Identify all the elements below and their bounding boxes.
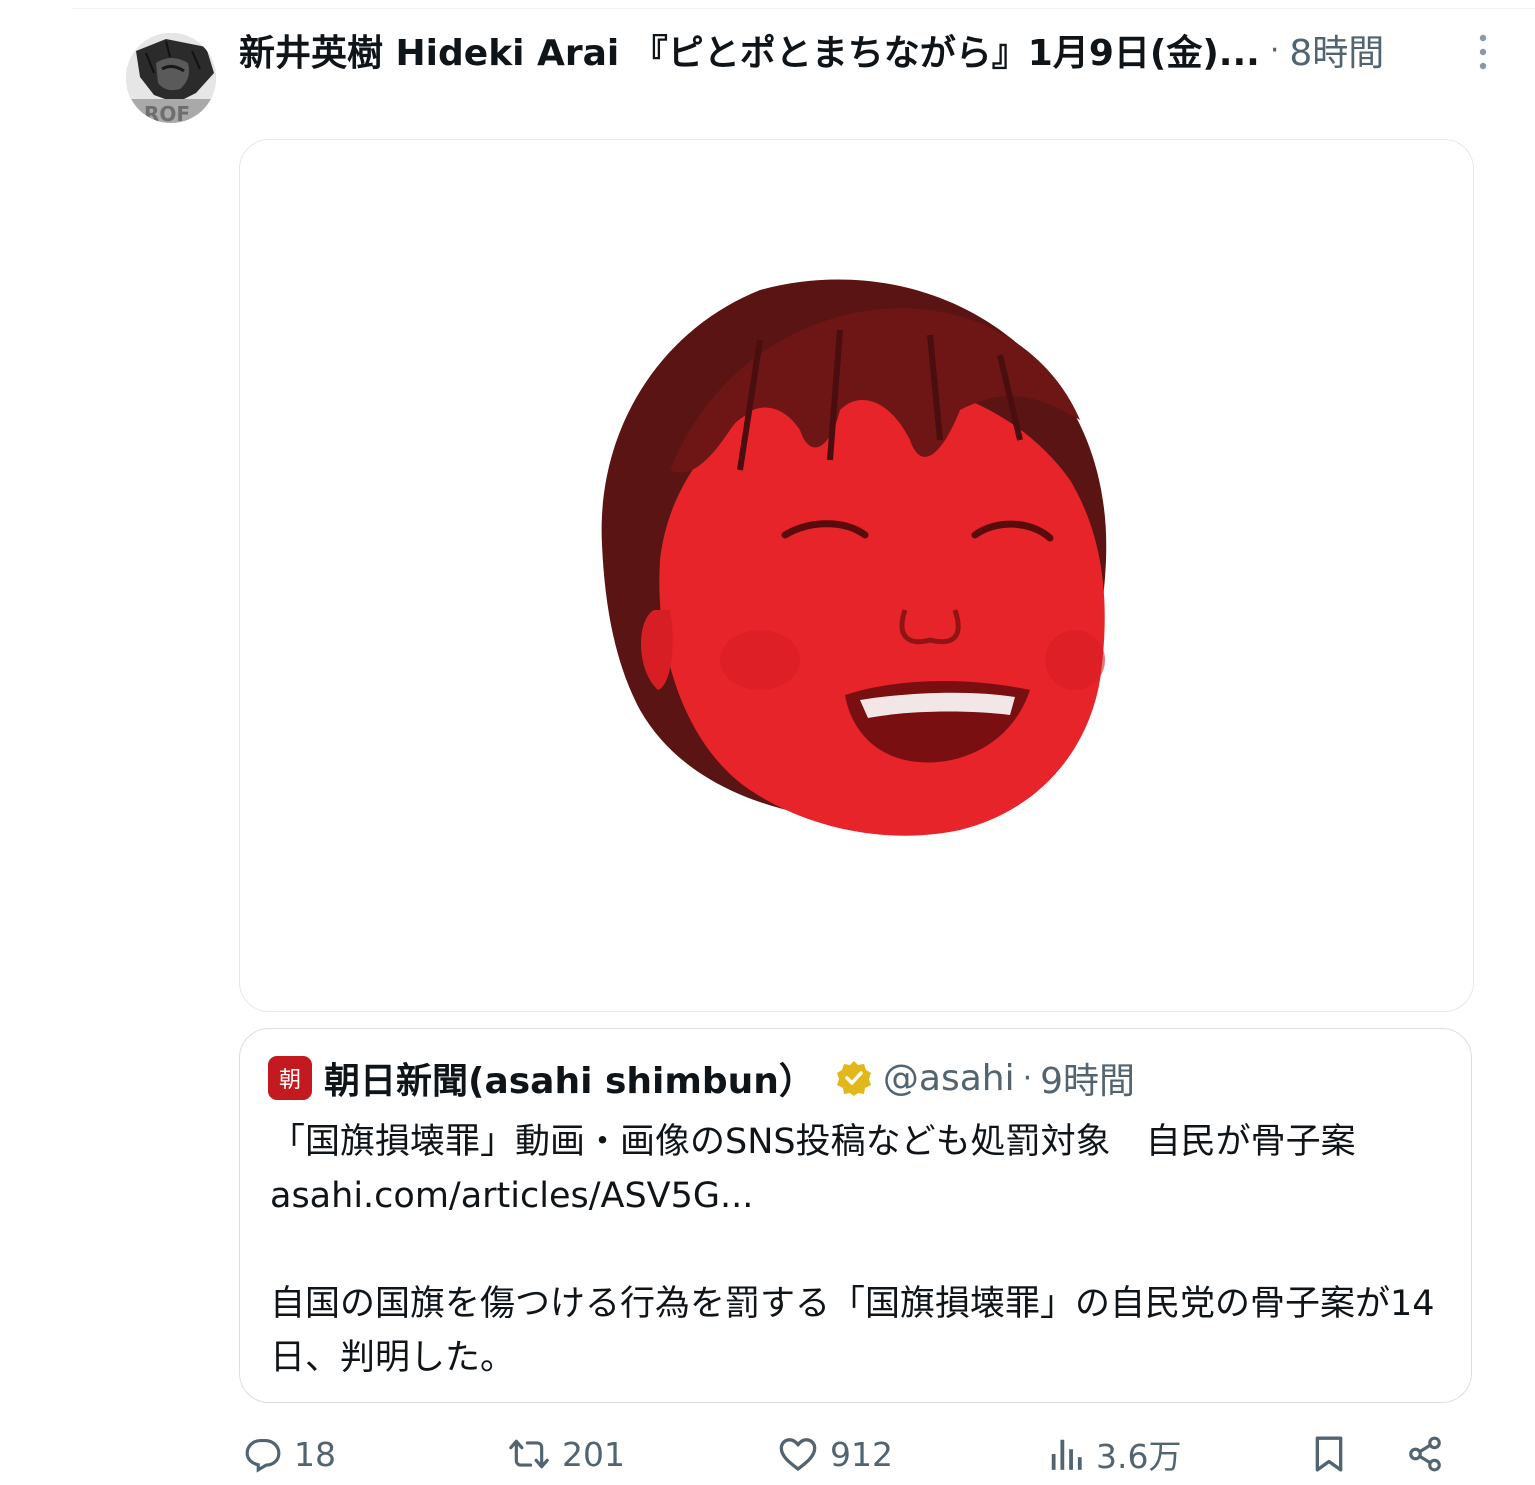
quoted-handle[interactable]: @asahi bbox=[883, 1058, 1015, 1099]
bookmark-button[interactable] bbox=[1312, 1426, 1346, 1482]
quoted-text-paragraph-2: 自国の国旗を傷つける行為を罰する「国旗損壊罪」の自民党の骨子案が14日、判明した… bbox=[270, 1284, 1435, 1378]
more-vertical-icon bbox=[1479, 34, 1487, 70]
quoted-tweet-header: 朝 朝日新聞(asahi shimbun） @asahi · 9時間 bbox=[268, 1052, 1135, 1104]
asahi-logo-icon: 朝 bbox=[268, 1056, 312, 1100]
manga-avatar-icon: ROF bbox=[126, 33, 216, 123]
retweet-icon bbox=[509, 1439, 549, 1469]
media-image[interactable] bbox=[239, 139, 1474, 1012]
svg-text:ROF: ROF bbox=[144, 102, 190, 123]
bookmark-icon bbox=[1315, 1436, 1343, 1472]
quoted-separator: · bbox=[1022, 1060, 1033, 1096]
quoted-tweet-text: 「国旗損壊罪」動画・画像のSNS投稿なども処罰対象 自民が骨子案 asahi.c… bbox=[270, 1115, 1445, 1385]
views-icon bbox=[1051, 1439, 1082, 1470]
like-button[interactable]: 912 bbox=[778, 1426, 893, 1482]
share-icon bbox=[1409, 1436, 1441, 1472]
quoted-display-name[interactable]: 朝日新聞(asahi shimbun） bbox=[324, 1052, 815, 1104]
tweet-actions-bar: 18 201 912 3.6万 bbox=[240, 1426, 1470, 1482]
top-divider bbox=[72, 8, 1535, 9]
share-button[interactable] bbox=[1406, 1426, 1444, 1482]
header-separator: · bbox=[1269, 32, 1280, 68]
reply-icon bbox=[245, 1438, 281, 1473]
display-name[interactable]: 新井英樹 Hideki Arai 『ピとポとまちながら』1月9日(金)... bbox=[239, 24, 1260, 76]
views-count: 3.6万 bbox=[1096, 1437, 1182, 1476]
like-count: 912 bbox=[830, 1434, 893, 1474]
views-button[interactable]: 3.6万 bbox=[1048, 1426, 1181, 1482]
avatar[interactable]: ROF bbox=[126, 33, 216, 123]
quoted-timestamp[interactable]: 9時間 bbox=[1040, 1052, 1135, 1104]
retweet-count: 201 bbox=[562, 1434, 625, 1474]
retweet-button[interactable]: 201 bbox=[508, 1426, 625, 1482]
quoted-tweet-card[interactable]: 朝 朝日新聞(asahi shimbun） @asahi · 9時間 「国旗損壊… bbox=[239, 1028, 1472, 1403]
red-face-image bbox=[240, 140, 1473, 1011]
verified-gold-badge-icon bbox=[836, 1061, 871, 1096]
tweet-header: 新井英樹 Hideki Arai 『ピとポとまちながら』1月9日(金)... ·… bbox=[239, 22, 1489, 78]
quoted-text-paragraph-1: 「国旗損壊罪」動画・画像のSNS投稿なども処罰対象 自民が骨子案 asahi.c… bbox=[270, 1122, 1356, 1216]
like-icon bbox=[779, 1438, 817, 1471]
reply-button[interactable]: 18 bbox=[244, 1426, 336, 1482]
reply-count: 18 bbox=[294, 1434, 336, 1474]
tweet-timestamp[interactable]: 8時間 bbox=[1289, 24, 1384, 76]
more-options-button[interactable] bbox=[1468, 32, 1498, 72]
